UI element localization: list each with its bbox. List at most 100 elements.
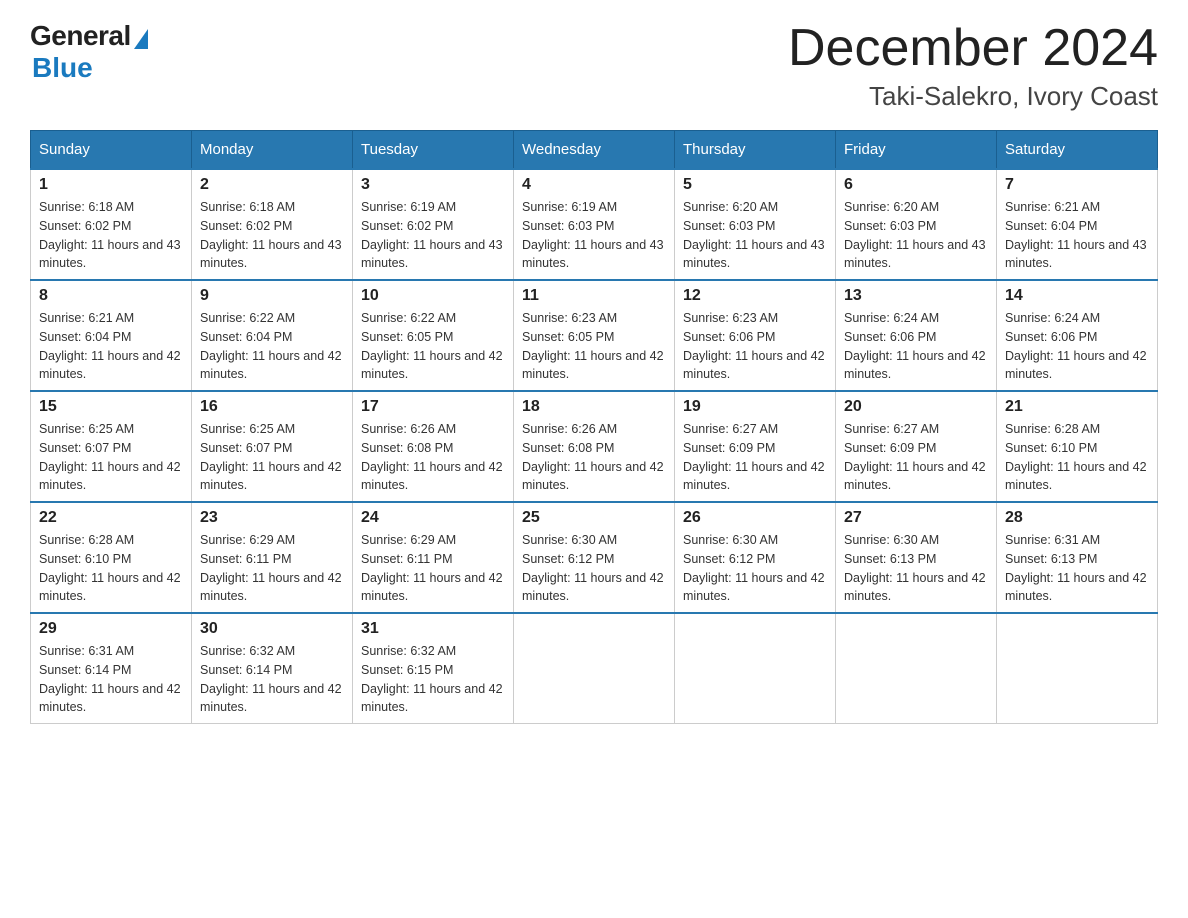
day-info: Sunrise: 6:25 AMSunset: 6:07 PMDaylight:…	[200, 422, 342, 492]
col-sunday: Sunday	[31, 131, 192, 170]
day-number: 16	[200, 398, 344, 416]
day-number: 26	[683, 509, 827, 527]
week-row-4: 22 Sunrise: 6:28 AMSunset: 6:10 PMDaylig…	[31, 502, 1158, 613]
day-number: 18	[522, 398, 666, 416]
day-info: Sunrise: 6:19 AMSunset: 6:02 PMDaylight:…	[361, 200, 503, 270]
week-row-5: 29 Sunrise: 6:31 AMSunset: 6:14 PMDaylig…	[31, 613, 1158, 724]
calendar-cell: 17 Sunrise: 6:26 AMSunset: 6:08 PMDaylig…	[353, 391, 514, 502]
day-number: 3	[361, 176, 505, 194]
calendar-cell	[514, 613, 675, 724]
calendar-cell: 10 Sunrise: 6:22 AMSunset: 6:05 PMDaylig…	[353, 280, 514, 391]
calendar-cell: 16 Sunrise: 6:25 AMSunset: 6:07 PMDaylig…	[192, 391, 353, 502]
day-number: 14	[1005, 287, 1149, 305]
day-number: 1	[39, 176, 183, 194]
calendar-cell: 19 Sunrise: 6:27 AMSunset: 6:09 PMDaylig…	[675, 391, 836, 502]
day-info: Sunrise: 6:20 AMSunset: 6:03 PMDaylight:…	[683, 200, 825, 270]
day-number: 21	[1005, 398, 1149, 416]
week-row-3: 15 Sunrise: 6:25 AMSunset: 6:07 PMDaylig…	[31, 391, 1158, 502]
location-title: Taki-Salekro, Ivory Coast	[788, 81, 1158, 112]
calendar-cell: 21 Sunrise: 6:28 AMSunset: 6:10 PMDaylig…	[997, 391, 1158, 502]
day-number: 28	[1005, 509, 1149, 527]
logo-triangle-icon	[134, 29, 148, 49]
day-info: Sunrise: 6:19 AMSunset: 6:03 PMDaylight:…	[522, 200, 664, 270]
calendar-cell: 2 Sunrise: 6:18 AMSunset: 6:02 PMDayligh…	[192, 169, 353, 280]
logo-general-text: General	[30, 20, 131, 52]
day-info: Sunrise: 6:25 AMSunset: 6:07 PMDaylight:…	[39, 422, 181, 492]
day-info: Sunrise: 6:27 AMSunset: 6:09 PMDaylight:…	[683, 422, 825, 492]
day-info: Sunrise: 6:21 AMSunset: 6:04 PMDaylight:…	[39, 311, 181, 381]
day-number: 22	[39, 509, 183, 527]
calendar-cell: 20 Sunrise: 6:27 AMSunset: 6:09 PMDaylig…	[836, 391, 997, 502]
calendar-cell: 6 Sunrise: 6:20 AMSunset: 6:03 PMDayligh…	[836, 169, 997, 280]
calendar-cell	[997, 613, 1158, 724]
day-number: 31	[361, 620, 505, 638]
day-info: Sunrise: 6:30 AMSunset: 6:12 PMDaylight:…	[522, 533, 664, 603]
calendar-cell	[836, 613, 997, 724]
calendar-cell	[675, 613, 836, 724]
title-area: December 2024 Taki-Salekro, Ivory Coast	[788, 20, 1158, 112]
col-wednesday: Wednesday	[514, 131, 675, 170]
calendar-cell: 3 Sunrise: 6:19 AMSunset: 6:02 PMDayligh…	[353, 169, 514, 280]
day-number: 2	[200, 176, 344, 194]
day-number: 20	[844, 398, 988, 416]
calendar-cell: 9 Sunrise: 6:22 AMSunset: 6:04 PMDayligh…	[192, 280, 353, 391]
calendar-cell: 30 Sunrise: 6:32 AMSunset: 6:14 PMDaylig…	[192, 613, 353, 724]
day-info: Sunrise: 6:22 AMSunset: 6:05 PMDaylight:…	[361, 311, 503, 381]
day-number: 11	[522, 287, 666, 305]
day-info: Sunrise: 6:28 AMSunset: 6:10 PMDaylight:…	[1005, 422, 1147, 492]
calendar-cell: 31 Sunrise: 6:32 AMSunset: 6:15 PMDaylig…	[353, 613, 514, 724]
logo-blue-text: Blue	[32, 52, 93, 84]
week-row-1: 1 Sunrise: 6:18 AMSunset: 6:02 PMDayligh…	[31, 169, 1158, 280]
calendar-cell: 23 Sunrise: 6:29 AMSunset: 6:11 PMDaylig…	[192, 502, 353, 613]
calendar-cell: 22 Sunrise: 6:28 AMSunset: 6:10 PMDaylig…	[31, 502, 192, 613]
day-info: Sunrise: 6:27 AMSunset: 6:09 PMDaylight:…	[844, 422, 986, 492]
calendar-cell: 25 Sunrise: 6:30 AMSunset: 6:12 PMDaylig…	[514, 502, 675, 613]
day-number: 7	[1005, 176, 1149, 194]
day-number: 12	[683, 287, 827, 305]
col-monday: Monday	[192, 131, 353, 170]
day-number: 15	[39, 398, 183, 416]
calendar-cell: 4 Sunrise: 6:19 AMSunset: 6:03 PMDayligh…	[514, 169, 675, 280]
calendar-cell: 28 Sunrise: 6:31 AMSunset: 6:13 PMDaylig…	[997, 502, 1158, 613]
day-info: Sunrise: 6:23 AMSunset: 6:05 PMDaylight:…	[522, 311, 664, 381]
day-number: 5	[683, 176, 827, 194]
day-info: Sunrise: 6:18 AMSunset: 6:02 PMDaylight:…	[200, 200, 342, 270]
week-row-2: 8 Sunrise: 6:21 AMSunset: 6:04 PMDayligh…	[31, 280, 1158, 391]
calendar-cell: 7 Sunrise: 6:21 AMSunset: 6:04 PMDayligh…	[997, 169, 1158, 280]
day-info: Sunrise: 6:21 AMSunset: 6:04 PMDaylight:…	[1005, 200, 1147, 270]
day-info: Sunrise: 6:31 AMSunset: 6:14 PMDaylight:…	[39, 644, 181, 714]
day-info: Sunrise: 6:23 AMSunset: 6:06 PMDaylight:…	[683, 311, 825, 381]
day-number: 9	[200, 287, 344, 305]
day-info: Sunrise: 6:24 AMSunset: 6:06 PMDaylight:…	[844, 311, 986, 381]
day-number: 10	[361, 287, 505, 305]
col-tuesday: Tuesday	[353, 131, 514, 170]
day-number: 24	[361, 509, 505, 527]
calendar-cell: 11 Sunrise: 6:23 AMSunset: 6:05 PMDaylig…	[514, 280, 675, 391]
day-info: Sunrise: 6:30 AMSunset: 6:13 PMDaylight:…	[844, 533, 986, 603]
day-info: Sunrise: 6:18 AMSunset: 6:02 PMDaylight:…	[39, 200, 181, 270]
day-info: Sunrise: 6:20 AMSunset: 6:03 PMDaylight:…	[844, 200, 986, 270]
day-number: 30	[200, 620, 344, 638]
day-info: Sunrise: 6:29 AMSunset: 6:11 PMDaylight:…	[200, 533, 342, 603]
calendar-cell: 18 Sunrise: 6:26 AMSunset: 6:08 PMDaylig…	[514, 391, 675, 502]
day-number: 25	[522, 509, 666, 527]
calendar-cell: 24 Sunrise: 6:29 AMSunset: 6:11 PMDaylig…	[353, 502, 514, 613]
day-info: Sunrise: 6:29 AMSunset: 6:11 PMDaylight:…	[361, 533, 503, 603]
day-number: 4	[522, 176, 666, 194]
day-info: Sunrise: 6:28 AMSunset: 6:10 PMDaylight:…	[39, 533, 181, 603]
calendar-cell: 8 Sunrise: 6:21 AMSunset: 6:04 PMDayligh…	[31, 280, 192, 391]
day-number: 27	[844, 509, 988, 527]
day-number: 6	[844, 176, 988, 194]
day-info: Sunrise: 6:30 AMSunset: 6:12 PMDaylight:…	[683, 533, 825, 603]
calendar-cell: 1 Sunrise: 6:18 AMSunset: 6:02 PMDayligh…	[31, 169, 192, 280]
col-friday: Friday	[836, 131, 997, 170]
day-info: Sunrise: 6:26 AMSunset: 6:08 PMDaylight:…	[361, 422, 503, 492]
month-title: December 2024	[788, 20, 1158, 77]
day-number: 19	[683, 398, 827, 416]
day-number: 17	[361, 398, 505, 416]
calendar-table: Sunday Monday Tuesday Wednesday Thursday…	[30, 130, 1158, 724]
calendar-cell: 13 Sunrise: 6:24 AMSunset: 6:06 PMDaylig…	[836, 280, 997, 391]
calendar-cell: 26 Sunrise: 6:30 AMSunset: 6:12 PMDaylig…	[675, 502, 836, 613]
day-info: Sunrise: 6:22 AMSunset: 6:04 PMDaylight:…	[200, 311, 342, 381]
day-info: Sunrise: 6:24 AMSunset: 6:06 PMDaylight:…	[1005, 311, 1147, 381]
